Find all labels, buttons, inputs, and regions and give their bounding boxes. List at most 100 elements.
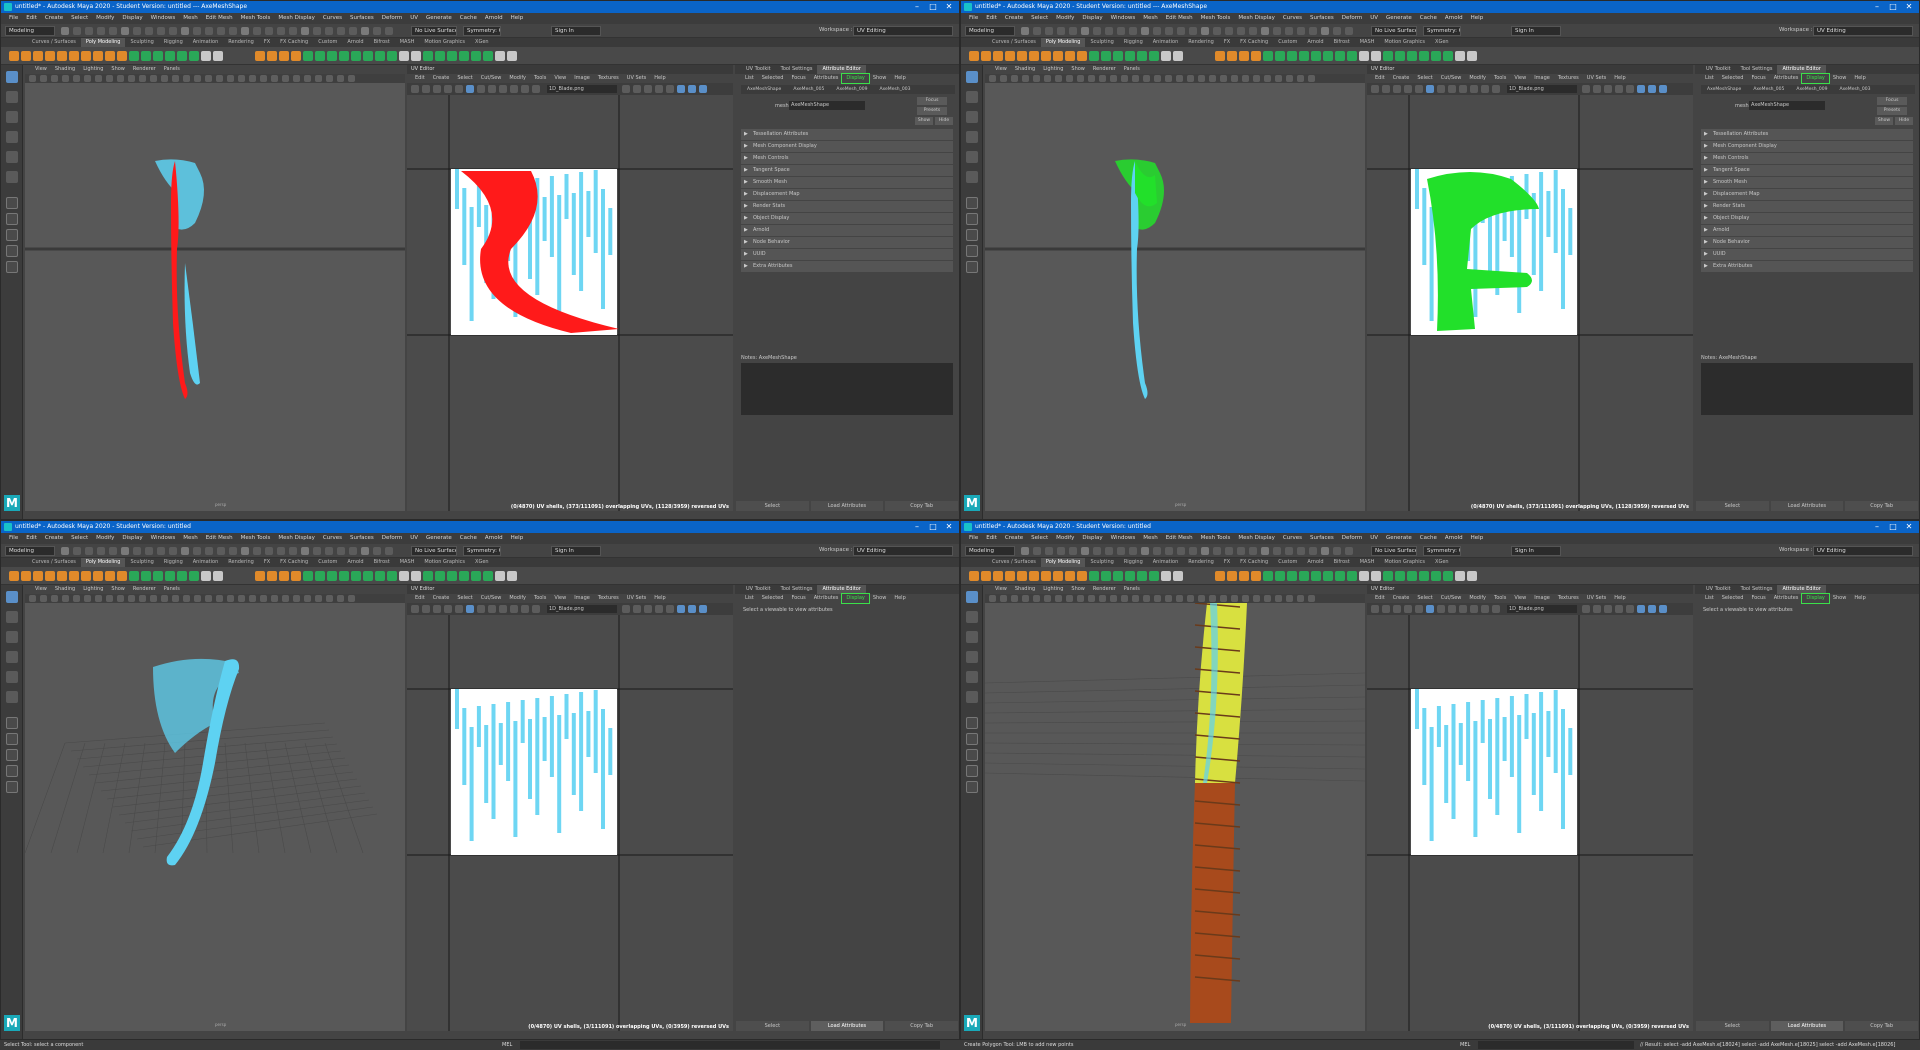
- node-tab[interactable]: AxeMesh_005: [787, 85, 830, 94]
- layout-icon[interactable]: [966, 749, 978, 761]
- panel-tab[interactable]: Attribute Editor: [1777, 65, 1826, 74]
- viewport-menu-item[interactable]: Shading: [1011, 585, 1039, 594]
- panel-tab[interactable]: UV Toolkit: [1701, 65, 1736, 74]
- attribute-section[interactable]: Extra Attributes: [741, 261, 953, 272]
- menu-item[interactable]: Help: [1467, 13, 1488, 24]
- attribute-menu-item[interactable]: Selected: [758, 74, 788, 83]
- shelf-tab[interactable]: Animation: [188, 38, 224, 47]
- uv-menu-item[interactable]: UV Sets: [623, 594, 651, 603]
- shelf-tab[interactable]: Rendering: [1183, 38, 1219, 47]
- menuset-dropdown[interactable]: Modeling: [5, 546, 55, 556]
- menu-item[interactable]: Edit: [982, 533, 1001, 544]
- shelf-tool-icon[interactable]: [471, 571, 481, 581]
- close-icon[interactable]: ✕: [941, 1, 957, 13]
- uv-menu-item[interactable]: UV Sets: [623, 74, 651, 83]
- viewport-tool-icon[interactable]: [1242, 595, 1249, 602]
- menu-item[interactable]: Curves: [319, 13, 346, 24]
- mesh-name-input[interactable]: AxeMeshShape: [789, 101, 865, 110]
- status-line-tool-icon[interactable]: [1177, 547, 1185, 555]
- ae-bottom-button[interactable]: Select: [1696, 501, 1769, 511]
- shelf-tool-icon[interactable]: [69, 571, 79, 581]
- menu-item[interactable]: Deform: [378, 13, 406, 24]
- menu-item[interactable]: Edit: [22, 13, 41, 24]
- shelf-tool-icon[interactable]: [1275, 571, 1285, 581]
- status-line-tool-icon[interactable]: [1081, 27, 1089, 35]
- shelf-tool-icon[interactable]: [81, 571, 91, 581]
- viewport-tool-icon[interactable]: [293, 595, 300, 602]
- status-line-tool-icon[interactable]: [1057, 547, 1065, 555]
- shelf-tab[interactable]: Motion Graphics: [1379, 38, 1430, 47]
- shelf-tool-icon[interactable]: [1383, 51, 1393, 61]
- viewport-tool-icon[interactable]: [1066, 595, 1073, 602]
- shelf-tool-icon[interactable]: [45, 571, 55, 581]
- viewport-menu-item[interactable]: View: [991, 65, 1011, 74]
- single-perspective-icon[interactable]: [6, 717, 18, 729]
- menu-item[interactable]: Arnold: [481, 13, 507, 24]
- status-line-tool-icon[interactable]: [1069, 27, 1077, 35]
- viewport-menu-item[interactable]: View: [31, 65, 51, 74]
- shelf-tool-icon[interactable]: [1041, 571, 1051, 581]
- viewport-tool-icon[interactable]: [183, 595, 190, 602]
- shelf-tool-icon[interactable]: [339, 571, 349, 581]
- shelf-tab[interactable]: Sculpting: [125, 558, 158, 567]
- uv-tool-icon[interactable]: [1393, 85, 1401, 93]
- status-line-tool-icon[interactable]: [145, 547, 153, 555]
- shelf-tab[interactable]: XGen: [1430, 558, 1454, 567]
- panel-tab[interactable]: Attribute Editor: [1777, 585, 1826, 594]
- menu-item[interactable]: Create: [41, 533, 67, 544]
- status-line-tool-icon[interactable]: [1093, 27, 1101, 35]
- uv-tool-icon[interactable]: [411, 85, 419, 93]
- uv-menu-item[interactable]: Tools: [530, 594, 550, 603]
- shelf-tool-icon[interactable]: [1251, 51, 1261, 61]
- shelf-tool-icon[interactable]: [1251, 571, 1261, 581]
- status-line-tool-icon[interactable]: [1297, 547, 1305, 555]
- status-line-tool-icon[interactable]: [1117, 547, 1125, 555]
- shelf-tool-icon[interactable]: [1065, 571, 1075, 581]
- shelf-tab[interactable]: FX: [1219, 558, 1235, 567]
- shelf-tool-icon[interactable]: [1263, 571, 1273, 581]
- attribute-section[interactable]: Arnold: [1701, 225, 1913, 236]
- shelf-tool-icon[interactable]: [1125, 51, 1135, 61]
- shelf-tool-icon[interactable]: [435, 571, 445, 581]
- rotate-tool-icon[interactable]: [966, 151, 978, 163]
- menu-item[interactable]: Surfaces: [346, 13, 378, 24]
- symmetry-dropdown[interactable]: Symmetry: Off: [1423, 546, 1461, 556]
- shelf-tool-icon[interactable]: [363, 571, 373, 581]
- shelf-tool-icon[interactable]: [1275, 51, 1285, 61]
- menu-item[interactable]: Edit: [22, 533, 41, 544]
- shelf-tool-icon[interactable]: [21, 571, 31, 581]
- menu-item[interactable]: Mesh Display: [1234, 533, 1279, 544]
- rotate-tool-icon[interactable]: [6, 151, 18, 163]
- viewport-tool-icon[interactable]: [161, 595, 168, 602]
- uv-tool-icon[interactable]: [532, 605, 540, 613]
- shelf-tool-icon[interactable]: [81, 51, 91, 61]
- shelf-tool-icon[interactable]: [375, 571, 385, 581]
- attribute-section[interactable]: Extra Attributes: [1701, 261, 1913, 272]
- viewport-tool-icon[interactable]: [1209, 75, 1216, 82]
- shelf-tool-icon[interactable]: [1467, 51, 1477, 61]
- status-line-tool-icon[interactable]: [1285, 547, 1293, 555]
- status-line-tool-icon[interactable]: [277, 27, 285, 35]
- viewport-tool-icon[interactable]: [282, 595, 289, 602]
- viewport-menu-item[interactable]: Show: [1067, 585, 1089, 594]
- panel-tab[interactable]: Tool Settings: [776, 585, 818, 594]
- viewport-tool-icon[interactable]: [1275, 595, 1282, 602]
- viewport-menu-item[interactable]: Shading: [1011, 65, 1039, 74]
- status-line-tool-icon[interactable]: [1021, 547, 1029, 555]
- viewport-tool-icon[interactable]: [1033, 75, 1040, 82]
- shelf-tool-icon[interactable]: [267, 51, 277, 61]
- viewport-tool-icon[interactable]: [326, 75, 333, 82]
- viewport-tool-icon[interactable]: [40, 595, 47, 602]
- viewport-tool-icon[interactable]: [40, 75, 47, 82]
- uv-tool-icon[interactable]: [1426, 85, 1434, 93]
- uv-menu-item[interactable]: Select: [1413, 594, 1436, 603]
- viewport-tool-icon[interactable]: [1099, 595, 1106, 602]
- shelf-tool-icon[interactable]: [153, 571, 163, 581]
- viewport-tool-icon[interactable]: [1099, 75, 1106, 82]
- status-line-tool-icon[interactable]: [1345, 547, 1353, 555]
- shelf-tool-icon[interactable]: [1173, 51, 1183, 61]
- four-view-icon[interactable]: [6, 213, 18, 225]
- viewport-tool-icon[interactable]: [1154, 595, 1161, 602]
- attribute-menu-item[interactable]: Display: [1801, 73, 1830, 84]
- shelf-tool-icon[interactable]: [1077, 51, 1087, 61]
